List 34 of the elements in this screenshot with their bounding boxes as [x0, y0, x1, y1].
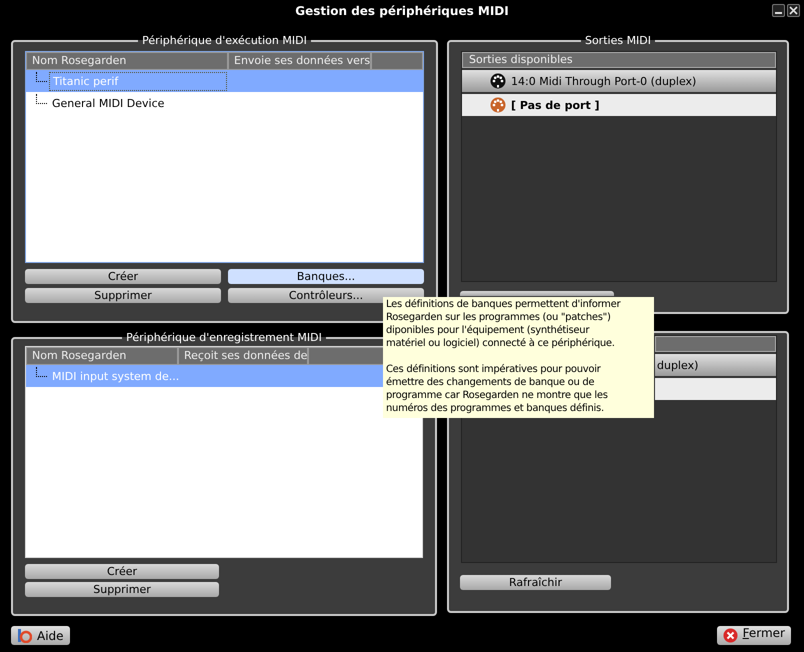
- close-button[interactable]: [787, 4, 800, 17]
- panel-title: Périphérique d'enregistrement MIDI: [125, 331, 323, 344]
- push-button[interactable]: Supprimer: [25, 582, 219, 597]
- list-header: Sorties disponibles: [462, 52, 776, 68]
- tree-branch-icon: [36, 94, 47, 104]
- port-label: [ Pas de port ]: [511, 98, 600, 112]
- tree-branch-icon: [36, 72, 47, 82]
- port-label: duplex): [657, 358, 698, 372]
- push-button[interactable]: Banques...: [228, 269, 424, 284]
- tree-cell-text: MIDI input system de...: [51, 368, 180, 384]
- refresh-button[interactable]: Rafraîchir: [460, 575, 611, 590]
- tree-branch-icon: [36, 367, 47, 377]
- port-label: 14:0 Midi Through Port-0 (duplex): [511, 74, 696, 88]
- midi-connector-icon: [490, 73, 506, 89]
- push-button[interactable]: Créer: [25, 564, 219, 579]
- panel-title: Sorties MIDI: [584, 34, 652, 47]
- close-icon: [789, 6, 798, 15]
- help-button[interactable]: Aide: [11, 626, 70, 645]
- port-row[interactable]: duplex): [655, 354, 776, 376]
- push-button[interactable]: Créer: [25, 269, 221, 284]
- push-button[interactable]: Supprimer: [25, 288, 221, 303]
- tree-row[interactable]: General MIDI Device: [26, 92, 423, 114]
- tree-cell-text: General MIDI Device: [51, 96, 166, 112]
- minimize-button[interactable]: [772, 4, 785, 17]
- panel-title: Périphérique d'exécution MIDI: [141, 34, 308, 47]
- close-dialog-button[interactable]: Fermer: [716, 626, 791, 645]
- window-title: Gestion des périphériques MIDI: [295, 4, 509, 18]
- help-icon: [17, 628, 32, 643]
- tree-cell: Titanic perif: [49, 72, 227, 90]
- close-icon: [722, 628, 738, 643]
- tooltip-text: Ces définitions sont impératives pour pouvoir émettre des changements de banque ou de programme car Rosegarden ne montre que les numéros des programmes et banques définis.: [386, 363, 609, 415]
- port-row[interactable]: [ Pas de port ]: [462, 94, 776, 116]
- midi-connector-icon: [490, 97, 506, 113]
- port-row[interactable]: 14:0 Midi Through Port-0 (duplex): [462, 70, 776, 92]
